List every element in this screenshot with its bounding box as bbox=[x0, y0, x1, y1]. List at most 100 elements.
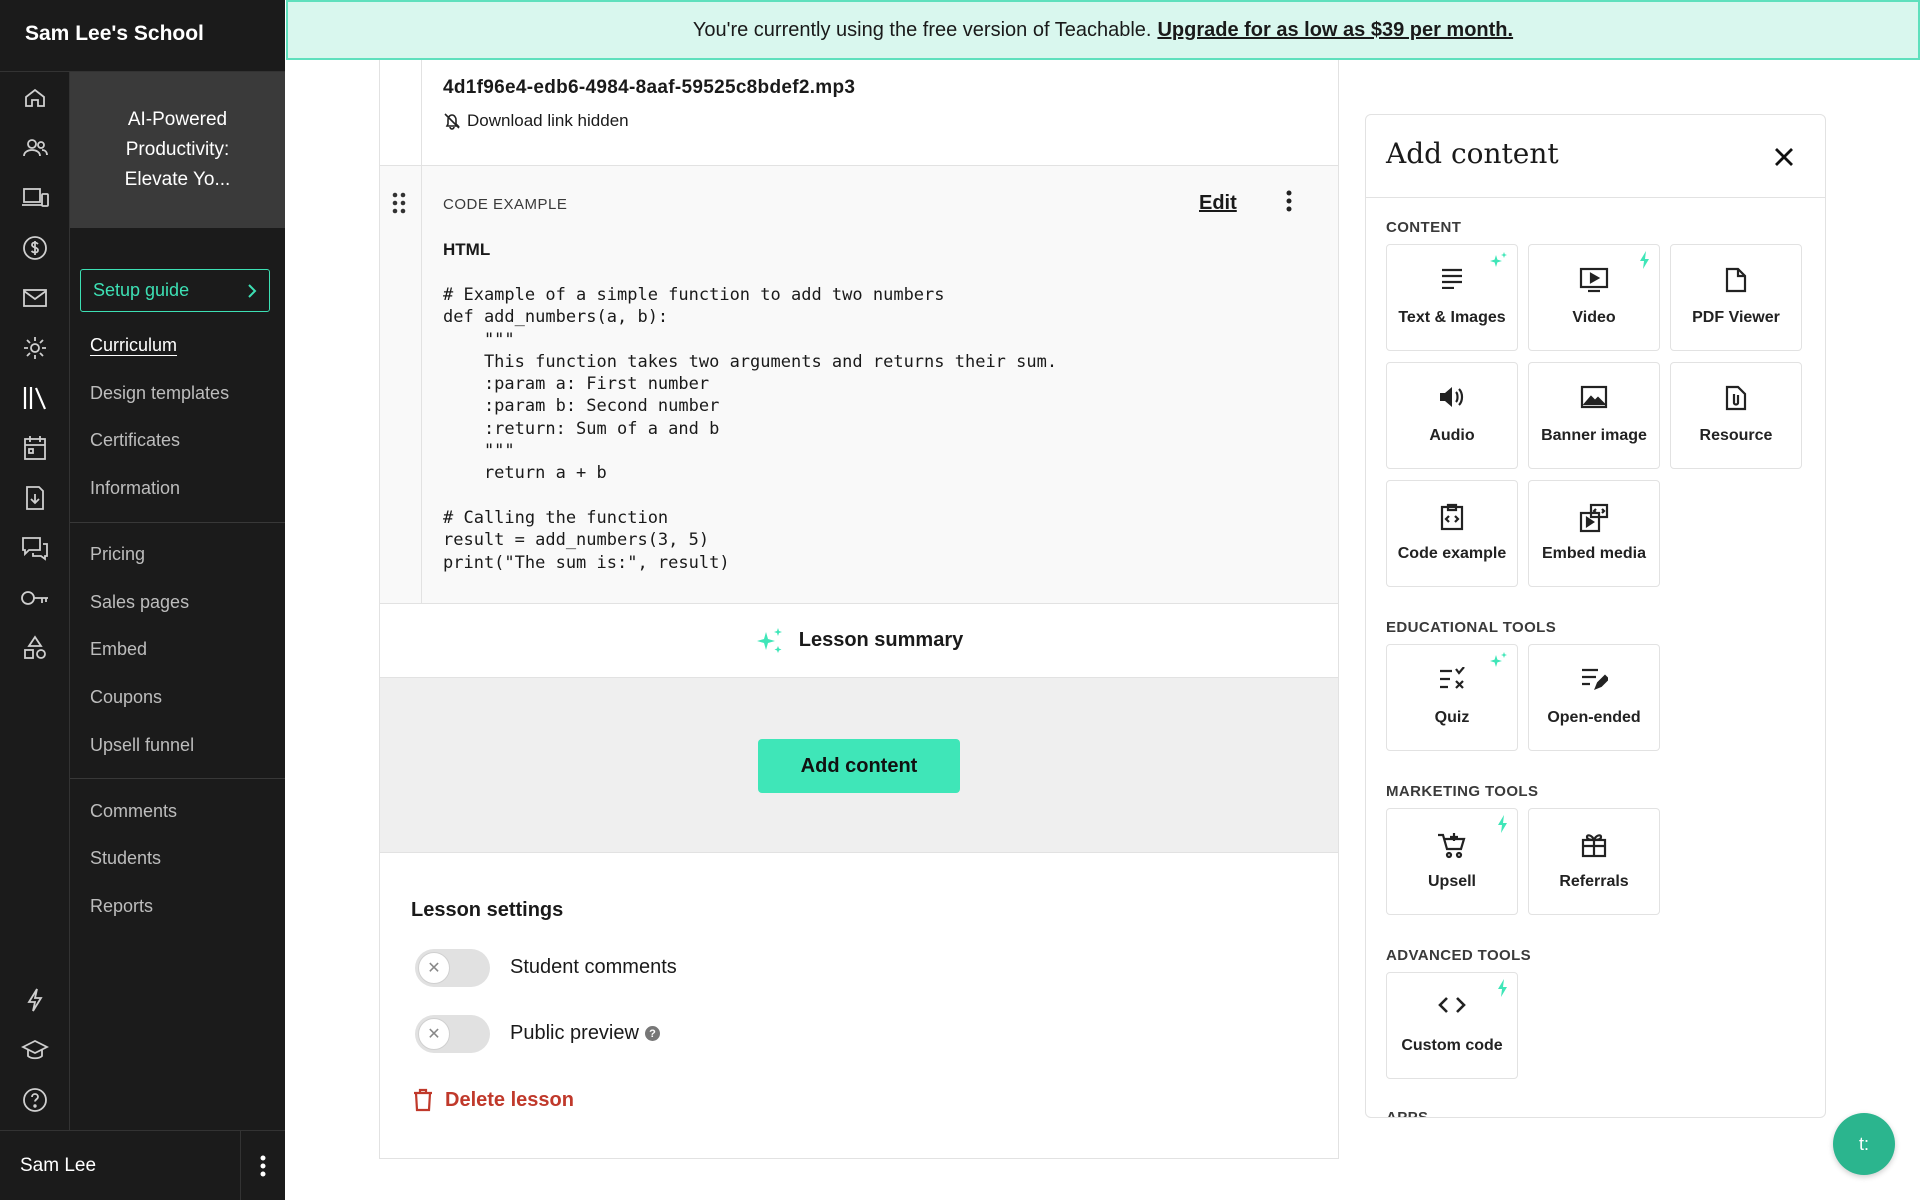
school-name[interactable]: Sam Lee's School bbox=[25, 22, 204, 46]
student-comments-toggle[interactable]: ✕ bbox=[415, 949, 490, 987]
download-status: Download link hidden bbox=[443, 111, 629, 131]
dollar-icon[interactable] bbox=[17, 230, 53, 266]
tile-label: Text & Images bbox=[1398, 309, 1506, 326]
tile-label: Custom code bbox=[1401, 1037, 1503, 1054]
lesson-summary-button[interactable]: Lesson summary bbox=[380, 604, 1338, 677]
gear-icon[interactable] bbox=[17, 330, 53, 366]
block-menu-button[interactable] bbox=[1286, 190, 1292, 212]
delete-lesson-button[interactable]: Delete lesson bbox=[413, 1088, 574, 1112]
nav-pricing[interactable]: Pricing bbox=[90, 544, 145, 565]
chat-icon[interactable] bbox=[17, 530, 53, 566]
embed-media-icon bbox=[1529, 503, 1659, 533]
tile-label: Banner image bbox=[1541, 427, 1647, 444]
help-icon[interactable] bbox=[17, 1082, 53, 1118]
tile-label: Referrals bbox=[1559, 873, 1629, 890]
add-content-button[interactable]: Add content bbox=[758, 739, 960, 793]
tile-embed-media[interactable]: Embed media bbox=[1528, 480, 1660, 587]
panel-header: Add content bbox=[1366, 115, 1825, 198]
tile-label: Open-ended bbox=[1547, 709, 1641, 726]
help-icon[interactable]: ? bbox=[644, 1026, 660, 1042]
close-icon: ✕ bbox=[418, 1018, 450, 1050]
tile-label: Audio bbox=[1429, 427, 1475, 444]
tile-pdf-viewer[interactable]: PDF Viewer bbox=[1670, 244, 1802, 351]
nav-upsell-funnel[interactable]: Upsell funnel bbox=[90, 735, 194, 756]
panel-title: Add content bbox=[1386, 137, 1559, 170]
teachable-assistant-button[interactable]: t: bbox=[1833, 1113, 1895, 1175]
shapes-icon[interactable] bbox=[17, 630, 53, 666]
tile-label: Video bbox=[1572, 309, 1616, 326]
nav-reports[interactable]: Reports bbox=[90, 896, 153, 917]
tile-resource[interactable]: Resource bbox=[1670, 362, 1802, 469]
user-menu-button[interactable] bbox=[240, 1131, 285, 1200]
trash-icon bbox=[414, 1088, 432, 1112]
user-bar: Sam Lee bbox=[0, 1130, 285, 1200]
devices-icon[interactable] bbox=[17, 180, 53, 216]
course-title[interactable]: AI-Powered Productivity: Elevate Yo... bbox=[70, 72, 285, 228]
download-icon[interactable] bbox=[17, 480, 53, 516]
nav-sales-pages[interactable]: Sales pages bbox=[90, 592, 189, 613]
audio-file-name: 4d1f96e4-edb6-4984-8aaf-59525c8bdef2.mp3 bbox=[443, 77, 856, 98]
kebab-icon bbox=[260, 1155, 266, 1177]
image-icon bbox=[1529, 385, 1659, 409]
tile-open-ended[interactable]: Open-ended bbox=[1528, 644, 1660, 751]
tile-banner-image[interactable]: Banner image bbox=[1528, 362, 1660, 469]
mail-icon[interactable] bbox=[17, 280, 53, 316]
section-apps-label: APPS bbox=[1386, 1109, 1429, 1118]
bell-off-icon bbox=[444, 113, 460, 130]
public-preview-toggle[interactable]: ✕ bbox=[415, 1015, 490, 1053]
drag-handle-icon[interactable] bbox=[391, 191, 407, 215]
tile-code-example[interactable]: Code example bbox=[1386, 480, 1518, 587]
graduation-cap-icon[interactable] bbox=[17, 1032, 53, 1068]
lightning-icon[interactable] bbox=[17, 982, 53, 1018]
add-content-area: Add content bbox=[380, 677, 1338, 853]
code-content: # Example of a simple function to add tw… bbox=[443, 285, 1058, 573]
library-icon[interactable] bbox=[17, 380, 53, 416]
section-content-label: CONTENT bbox=[1386, 219, 1462, 236]
nav-comments[interactable]: Comments bbox=[90, 801, 177, 822]
calendar-icon[interactable] bbox=[17, 430, 53, 466]
sidebar: Sam Lee's School AI-Powered Productivity… bbox=[0, 0, 285, 1200]
paperclip-document-icon bbox=[1671, 385, 1801, 411]
home-icon[interactable] bbox=[17, 80, 53, 116]
nav-curriculum[interactable]: Curriculum bbox=[90, 335, 177, 356]
banner-text: You're currently using the free version … bbox=[692, 18, 1152, 41]
tile-label: Embed media bbox=[1541, 545, 1647, 562]
gift-icon bbox=[1529, 831, 1659, 859]
nav-students[interactable]: Students bbox=[90, 848, 161, 869]
upgrade-banner: You're currently using the free version … bbox=[286, 0, 1920, 60]
tile-upsell[interactable]: Upsell bbox=[1386, 808, 1518, 915]
student-comments-label: Student comments bbox=[510, 956, 677, 978]
sparkle-icon bbox=[756, 627, 782, 653]
chevron-right-icon bbox=[248, 283, 257, 298]
tile-referrals[interactable]: Referrals bbox=[1528, 808, 1660, 915]
users-icon[interactable] bbox=[17, 130, 53, 166]
user-name[interactable]: Sam Lee bbox=[20, 1155, 96, 1177]
icon-rail bbox=[0, 72, 70, 1130]
key-icon[interactable] bbox=[17, 580, 53, 616]
close-panel-button[interactable] bbox=[1766, 139, 1802, 175]
block-gutter bbox=[380, 166, 422, 604]
tile-video[interactable]: Video bbox=[1528, 244, 1660, 351]
tile-custom-code[interactable]: Custom code bbox=[1386, 972, 1518, 1079]
nav-certificates[interactable]: Certificates bbox=[90, 430, 180, 451]
nav-design-templates[interactable]: Design templates bbox=[90, 383, 229, 404]
tile-quiz[interactable]: Quiz bbox=[1386, 644, 1518, 751]
tile-text-images[interactable]: Text & Images bbox=[1386, 244, 1518, 351]
nav-information[interactable]: Information bbox=[90, 478, 180, 499]
tile-label: Quiz bbox=[1434, 709, 1470, 726]
tile-audio[interactable]: Audio bbox=[1386, 362, 1518, 469]
public-preview-label: Public preview bbox=[510, 1022, 639, 1044]
text-lines-icon bbox=[1387, 267, 1517, 289]
block-type-label: CODE EXAMPLE bbox=[443, 196, 568, 213]
speaker-icon bbox=[1387, 385, 1517, 409]
document-icon bbox=[1671, 267, 1801, 293]
close-icon: ✕ bbox=[418, 952, 450, 984]
nav-coupons[interactable]: Coupons bbox=[90, 687, 162, 708]
upgrade-link[interactable]: Upgrade for as low as $39 per month. bbox=[1157, 19, 1513, 42]
edit-block-button[interactable]: Edit bbox=[1199, 192, 1237, 215]
divider bbox=[70, 778, 285, 779]
setup-guide-label: Setup guide bbox=[93, 280, 190, 300]
nav-embed[interactable]: Embed bbox=[90, 639, 147, 660]
download-status-label: Download link hidden bbox=[467, 111, 629, 130]
setup-guide-button[interactable]: Setup guide bbox=[80, 269, 270, 312]
